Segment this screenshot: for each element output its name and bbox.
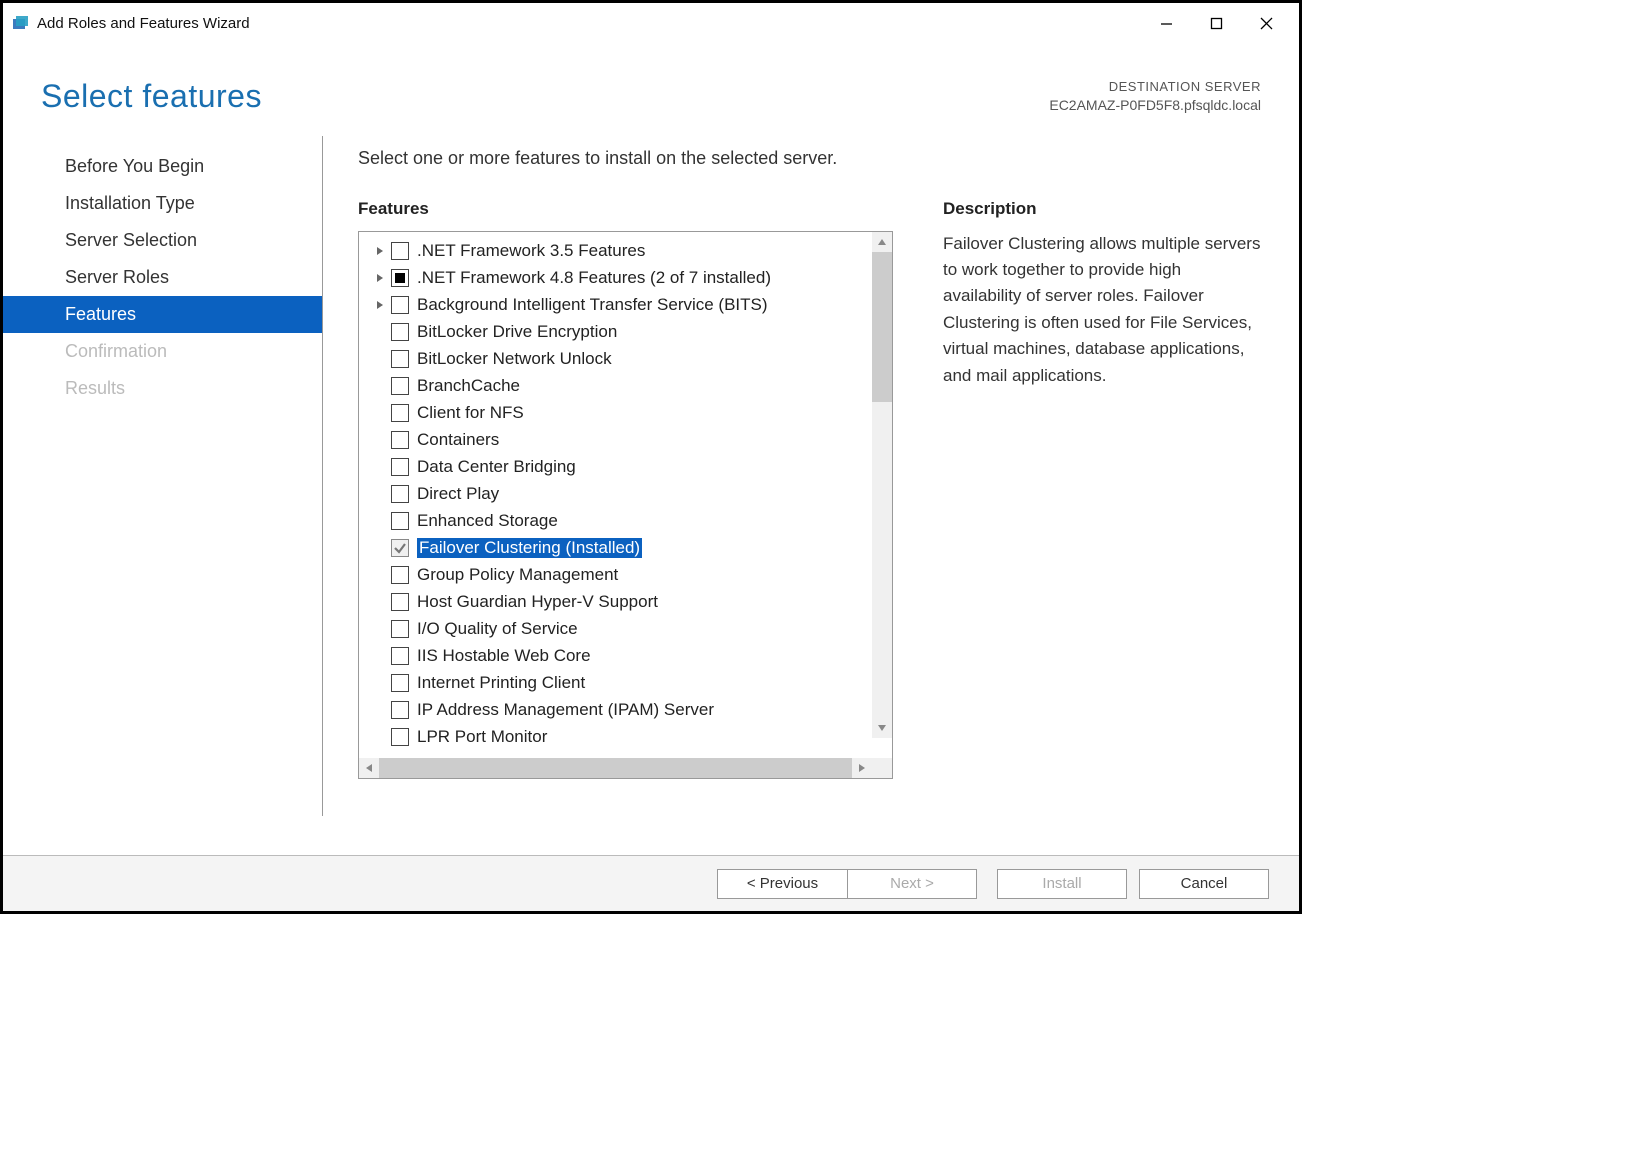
feature-label[interactable]: BitLocker Network Unlock xyxy=(417,349,612,369)
feature-row[interactable]: Background Intelligent Transfer Service … xyxy=(359,292,892,319)
scroll-up-icon[interactable] xyxy=(872,232,892,252)
feature-checkbox[interactable] xyxy=(391,593,409,611)
feature-row[interactable]: .NET Framework 4.8 Features (2 of 7 inst… xyxy=(359,265,892,292)
instruction-text: Select one or more features to install o… xyxy=(358,148,1264,169)
features-tree: .NET Framework 3.5 Features .NET Framewor… xyxy=(358,231,893,779)
footer: < Previous Next > Install Cancel xyxy=(3,855,1299,911)
feature-row[interactable]: .NET Framework 3.5 Features xyxy=(359,238,892,265)
feature-checkbox[interactable] xyxy=(391,323,409,341)
sidebar: Before You BeginInstallation TypeServer … xyxy=(3,136,323,816)
sidebar-item-server-roles[interactable]: Server Roles xyxy=(3,259,322,296)
app-icon xyxy=(11,14,29,32)
feature-label[interactable]: BranchCache xyxy=(417,376,520,396)
feature-row[interactable]: Client for NFS xyxy=(359,400,892,427)
feature-label[interactable]: Client for NFS xyxy=(417,403,524,423)
feature-row[interactable]: Direct Play xyxy=(359,481,892,508)
destination-name: EC2AMAZ-P0FD5F8.pfsqldc.local xyxy=(1049,96,1261,116)
expand-icon[interactable] xyxy=(373,244,387,258)
feature-checkbox[interactable] xyxy=(391,377,409,395)
sidebar-item-results: Results xyxy=(3,370,322,407)
feature-label[interactable]: IIS Hostable Web Core xyxy=(417,646,591,666)
vertical-scrollbar[interactable] xyxy=(872,232,892,738)
hscroll-thumb[interactable] xyxy=(379,758,852,778)
feature-row[interactable]: LPR Port Monitor xyxy=(359,724,892,751)
feature-label[interactable]: Containers xyxy=(417,430,499,450)
feature-row[interactable]: BranchCache xyxy=(359,373,892,400)
maximize-button[interactable] xyxy=(1191,5,1241,41)
destination-server: DESTINATION SERVER EC2AMAZ-P0FD5F8.pfsql… xyxy=(1049,78,1261,116)
content: Select one or more features to install o… xyxy=(323,136,1299,816)
titlebar: Add Roles and Features Wizard xyxy=(3,3,1299,43)
feature-row[interactable]: Group Policy Management xyxy=(359,562,892,589)
feature-row[interactable]: Enhanced Storage xyxy=(359,508,892,535)
feature-label[interactable]: Data Center Bridging xyxy=(417,457,576,477)
feature-row[interactable]: Containers xyxy=(359,427,892,454)
feature-checkbox[interactable] xyxy=(391,728,409,746)
feature-label[interactable]: .NET Framework 4.8 Features (2 of 7 inst… xyxy=(417,268,771,288)
expand-icon[interactable] xyxy=(373,298,387,312)
feature-row[interactable]: BitLocker Network Unlock xyxy=(359,346,892,373)
feature-checkbox[interactable] xyxy=(391,269,409,287)
next-button[interactable]: Next > xyxy=(847,869,977,899)
description-heading: Description xyxy=(943,199,1264,219)
window-title: Add Roles and Features Wizard xyxy=(37,15,250,32)
feature-label[interactable]: .NET Framework 3.5 Features xyxy=(417,241,645,261)
feature-row[interactable]: IP Address Management (IPAM) Server xyxy=(359,697,892,724)
feature-label[interactable]: I/O Quality of Service xyxy=(417,619,578,639)
feature-checkbox[interactable] xyxy=(391,485,409,503)
features-heading: Features xyxy=(358,199,893,219)
feature-checkbox[interactable] xyxy=(391,539,409,557)
feature-checkbox[interactable] xyxy=(391,350,409,368)
install-button[interactable]: Install xyxy=(997,869,1127,899)
description-text: Failover Clustering allows multiple serv… xyxy=(943,231,1264,389)
feature-checkbox[interactable] xyxy=(391,458,409,476)
expand-icon[interactable] xyxy=(373,271,387,285)
close-button[interactable] xyxy=(1241,5,1291,41)
feature-row[interactable]: BitLocker Drive Encryption xyxy=(359,319,892,346)
feature-label[interactable]: Group Policy Management xyxy=(417,565,618,585)
feature-checkbox[interactable] xyxy=(391,431,409,449)
feature-checkbox[interactable] xyxy=(391,512,409,530)
feature-checkbox[interactable] xyxy=(391,404,409,422)
cancel-button[interactable]: Cancel xyxy=(1139,869,1269,899)
scroll-left-icon[interactable] xyxy=(359,758,379,778)
feature-checkbox[interactable] xyxy=(391,647,409,665)
feature-row[interactable]: Host Guardian Hyper-V Support xyxy=(359,589,892,616)
sidebar-item-before-you-begin[interactable]: Before You Begin xyxy=(3,148,322,185)
feature-label[interactable]: Background Intelligent Transfer Service … xyxy=(417,295,768,315)
feature-label[interactable]: Internet Printing Client xyxy=(417,673,585,693)
horizontal-scrollbar[interactable] xyxy=(359,758,892,778)
feature-label[interactable]: Direct Play xyxy=(417,484,499,504)
feature-checkbox[interactable] xyxy=(391,566,409,584)
sidebar-item-features[interactable]: Features xyxy=(3,296,322,333)
previous-button[interactable]: < Previous xyxy=(717,869,847,899)
scroll-right-icon[interactable] xyxy=(852,758,872,778)
scroll-thumb[interactable] xyxy=(872,252,892,402)
minimize-button[interactable] xyxy=(1141,5,1191,41)
feature-checkbox[interactable] xyxy=(391,296,409,314)
feature-row[interactable]: Data Center Bridging xyxy=(359,454,892,481)
feature-row[interactable]: Failover Clustering (Installed) xyxy=(359,535,892,562)
main: Before You BeginInstallation TypeServer … xyxy=(3,136,1299,816)
feature-label[interactable]: BitLocker Drive Encryption xyxy=(417,322,617,342)
page-title: Select features xyxy=(41,78,262,115)
feature-label[interactable]: Failover Clustering (Installed) xyxy=(417,538,642,558)
sidebar-item-server-selection[interactable]: Server Selection xyxy=(3,222,322,259)
sidebar-item-installation-type[interactable]: Installation Type xyxy=(3,185,322,222)
feature-label[interactable]: IP Address Management (IPAM) Server xyxy=(417,700,714,720)
destination-label: DESTINATION SERVER xyxy=(1049,78,1261,96)
feature-checkbox[interactable] xyxy=(391,620,409,638)
feature-label[interactable]: LPR Port Monitor xyxy=(417,727,547,747)
feature-checkbox[interactable] xyxy=(391,674,409,692)
feature-checkbox[interactable] xyxy=(391,701,409,719)
feature-row[interactable]: Internet Printing Client xyxy=(359,670,892,697)
header: Select features DESTINATION SERVER EC2AM… xyxy=(3,43,1299,136)
sidebar-item-confirmation: Confirmation xyxy=(3,333,322,370)
scroll-down-icon[interactable] xyxy=(872,718,892,738)
feature-checkbox[interactable] xyxy=(391,242,409,260)
feature-row[interactable]: IIS Hostable Web Core xyxy=(359,643,892,670)
feature-label[interactable]: Enhanced Storage xyxy=(417,511,558,531)
feature-row[interactable]: I/O Quality of Service xyxy=(359,616,892,643)
feature-label[interactable]: Host Guardian Hyper-V Support xyxy=(417,592,658,612)
